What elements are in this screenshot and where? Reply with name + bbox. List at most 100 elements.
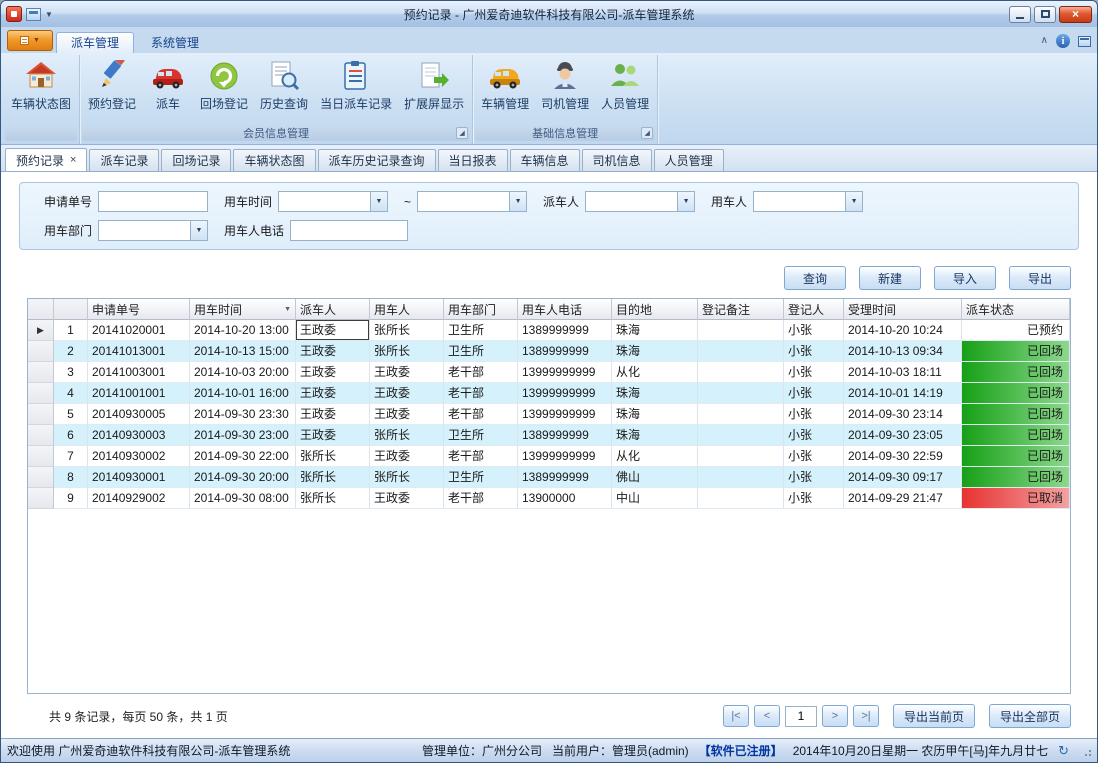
app-icon[interactable] xyxy=(6,6,22,22)
ribbon-button-return-register[interactable]: 回场登记 xyxy=(195,58,253,114)
ribbon-tab-system-management[interactable]: 系统管理 xyxy=(136,32,214,53)
cell-dispatch-status[interactable]: 已回场 xyxy=(962,362,1070,383)
user-phone-input[interactable] xyxy=(290,220,408,241)
cell-user-phone[interactable]: 13999999999 xyxy=(518,404,612,425)
use-time-from-combo[interactable]: ▼ xyxy=(278,191,388,212)
cell-destination[interactable]: 佛山 xyxy=(612,467,698,488)
cell-register-remark[interactable] xyxy=(698,446,784,467)
cell-register-remark[interactable] xyxy=(698,341,784,362)
cell-register-remark[interactable] xyxy=(698,404,784,425)
row-indicator[interactable] xyxy=(28,488,54,509)
cell-car-user[interactable]: 王政委 xyxy=(370,446,444,467)
cell-apply-no[interactable]: 20141003001 xyxy=(88,362,190,383)
row-indicator[interactable] xyxy=(28,404,54,425)
cell-destination[interactable]: 珠海 xyxy=(612,383,698,404)
sort-dropdown-icon[interactable]: ▼ xyxy=(282,306,291,313)
cell-user-phone[interactable]: 13999999999 xyxy=(518,383,612,404)
cell-accept-time[interactable]: 2014-09-30 09:17 xyxy=(844,467,962,488)
row-indicator[interactable] xyxy=(28,467,54,488)
cell-dispatcher[interactable]: 王政委 xyxy=(296,341,370,362)
cell-accept-time[interactable]: 2014-10-01 14:19 xyxy=(844,383,962,404)
cell-apply-no[interactable]: 20141001001 xyxy=(88,383,190,404)
quick-access-window-icon[interactable] xyxy=(26,8,41,21)
row-indicator[interactable] xyxy=(28,341,54,362)
ribbon-collapse-icon[interactable]: ∧ xyxy=(1041,36,1048,46)
column-header-destination[interactable]: 目的地 xyxy=(612,299,698,320)
next-page-button[interactable]: > xyxy=(822,705,848,727)
dialog-launcher-icon[interactable]: ◢ xyxy=(641,127,653,139)
cell-car-user[interactable]: 张所长 xyxy=(370,425,444,446)
cell-department[interactable]: 卫生所 xyxy=(444,341,518,362)
cell-user-phone[interactable]: 1389999999 xyxy=(518,341,612,362)
export-current-page-button[interactable]: 导出当前页 xyxy=(893,704,975,728)
tab-dispatch-history-query[interactable]: 派车历史记录查询 xyxy=(318,149,436,171)
cell-dispatch-status[interactable]: 已回场 xyxy=(962,404,1070,425)
tab-vehicle-status-chart[interactable]: 车辆状态图 xyxy=(233,149,315,171)
ribbon-tab-dispatch-management[interactable]: 派车管理 xyxy=(56,32,134,53)
cell-dispatcher[interactable]: 王政委 xyxy=(296,383,370,404)
cell-apply-no[interactable]: 20141013001 xyxy=(88,341,190,362)
row-indicator[interactable]: ▶ xyxy=(28,320,54,341)
chevron-down-icon[interactable]: ▼ xyxy=(370,192,387,211)
apply-no-input[interactable] xyxy=(98,191,208,212)
row-indicator[interactable] xyxy=(28,383,54,404)
cell-registrant[interactable]: 小张 xyxy=(784,383,844,404)
cell-department[interactable]: 老干部 xyxy=(444,383,518,404)
cell-dispatcher[interactable]: 王政委 xyxy=(296,320,370,341)
cell-destination[interactable]: 从化 xyxy=(612,362,698,383)
cell-use-time[interactable]: 2014-10-20 13:00 xyxy=(190,320,296,341)
cell-apply-no[interactable]: 20140930005 xyxy=(88,404,190,425)
cell-registrant[interactable]: 小张 xyxy=(784,446,844,467)
cell-dispatcher[interactable]: 王政委 xyxy=(296,425,370,446)
column-header-use-time[interactable]: 用车时间▼ xyxy=(190,299,296,320)
cell-register-remark[interactable] xyxy=(698,320,784,341)
cell-destination[interactable]: 珠海 xyxy=(612,425,698,446)
tab-vehicle-info[interactable]: 车辆信息 xyxy=(510,149,580,171)
ribbon-button-today-dispatch-records[interactable]: 当日派车记录 xyxy=(315,58,397,114)
tab-daily-report[interactable]: 当日报表 xyxy=(438,149,508,171)
cell-apply-no[interactable]: 20140930001 xyxy=(88,467,190,488)
maximize-button[interactable] xyxy=(1034,6,1056,23)
cell-dispatch-status[interactable]: 已回场 xyxy=(962,383,1070,404)
cell-use-time[interactable]: 2014-09-30 08:00 xyxy=(190,488,296,509)
cell-use-time[interactable]: 2014-09-30 20:00 xyxy=(190,467,296,488)
tab-reservation-records[interactable]: 预约记录× xyxy=(5,148,87,171)
cell-register-remark[interactable] xyxy=(698,362,784,383)
cell-dispatch-status[interactable]: 已回场 xyxy=(962,425,1070,446)
ribbon-button-vehicle-management[interactable]: 车辆管理 xyxy=(476,58,534,114)
cell-registrant[interactable]: 小张 xyxy=(784,425,844,446)
cell-car-user[interactable]: 王政委 xyxy=(370,383,444,404)
column-header-dispatch-status[interactable]: 派车状态 xyxy=(962,299,1070,320)
chevron-down-icon[interactable]: ▼ xyxy=(677,192,694,211)
cell-user-phone[interactable]: 1389999999 xyxy=(518,320,612,341)
chevron-down-icon[interactable]: ▼ xyxy=(845,192,862,211)
chevron-down-icon[interactable]: ▼ xyxy=(190,221,207,240)
row-indicator[interactable] xyxy=(28,362,54,383)
prev-page-button[interactable]: < xyxy=(754,705,780,727)
cell-user-phone[interactable]: 13999999999 xyxy=(518,446,612,467)
cell-destination[interactable]: 珠海 xyxy=(612,404,698,425)
app-menu-button[interactable]: ▼ xyxy=(7,30,53,51)
column-header-registrant[interactable]: 登记人 xyxy=(784,299,844,320)
cell-dispatcher[interactable]: 张所长 xyxy=(296,446,370,467)
column-header-apply-no[interactable]: 申请单号 xyxy=(88,299,190,320)
cell-use-time[interactable]: 2014-10-13 15:00 xyxy=(190,341,296,362)
cell-apply-no[interactable]: 20141020001 xyxy=(88,320,190,341)
car-user-combo[interactable]: ▼ xyxy=(753,191,863,212)
quick-access-dropdown-icon[interactable]: ▼ xyxy=(45,10,53,19)
cell-dispatch-status[interactable]: 已预约 xyxy=(962,320,1070,341)
license-status-link[interactable]: 【软件已注册】 xyxy=(699,742,783,759)
cell-car-user[interactable]: 王政委 xyxy=(370,404,444,425)
column-header-dispatcher[interactable]: 派车人 xyxy=(296,299,370,320)
cell-dispatcher[interactable]: 王政委 xyxy=(296,404,370,425)
ribbon-button-driver-management[interactable]: 司机管理 xyxy=(536,58,594,114)
cell-destination[interactable]: 珠海 xyxy=(612,320,698,341)
cell-accept-time[interactable]: 2014-10-13 09:34 xyxy=(844,341,962,362)
cell-register-remark[interactable] xyxy=(698,425,784,446)
cell-accept-time[interactable]: 2014-09-30 22:59 xyxy=(844,446,962,467)
cell-car-user[interactable]: 王政委 xyxy=(370,488,444,509)
cell-apply-no[interactable]: 20140929002 xyxy=(88,488,190,509)
cell-car-user[interactable]: 张所长 xyxy=(370,467,444,488)
help-icon[interactable]: i xyxy=(1056,34,1070,48)
new-button[interactable]: 新建 xyxy=(859,266,921,290)
